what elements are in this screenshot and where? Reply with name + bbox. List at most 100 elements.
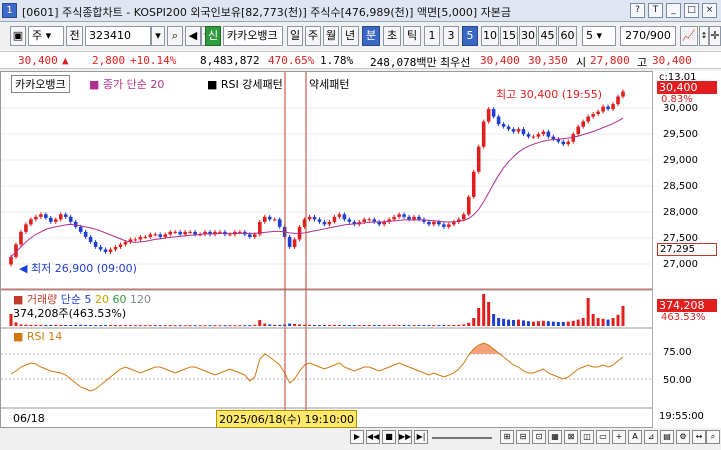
- interval-15[interactable]: 15: [500, 26, 518, 46]
- settings-icon[interactable]: ⚙: [676, 430, 690, 444]
- volume-bar: [621, 306, 625, 326]
- high-label: 고: [637, 56, 648, 69]
- volume-bar: [228, 325, 232, 327]
- axis-tick-28000: 28,000: [663, 207, 698, 218]
- maximize-button[interactable]: □: [684, 3, 699, 18]
- code-dropdown-icon[interactable]: ▾: [151, 26, 165, 46]
- volume-bar: [342, 324, 346, 326]
- period-day[interactable]: 일: [287, 26, 303, 46]
- up-arrow-icon: ▲: [62, 54, 69, 67]
- legend-stock-name[interactable]: 카카오뱅크: [11, 75, 70, 93]
- scroll-last-icon[interactable]: ▶▶: [398, 430, 412, 444]
- grid-icon[interactable]: ▦: [548, 430, 562, 444]
- zoom-in-icon[interactable]: ⊞: [500, 430, 514, 444]
- volume-bar: [29, 324, 33, 326]
- period-year[interactable]: 년: [341, 26, 359, 46]
- scroll-stop-icon[interactable]: ■: [382, 430, 396, 444]
- volume-bar: [248, 325, 252, 327]
- expand-icon[interactable]: ↔: [692, 430, 706, 444]
- minimize-button[interactable]: _: [666, 3, 681, 18]
- candle-body: [277, 219, 282, 227]
- layout-icon[interactable]: ▤: [660, 430, 674, 444]
- crosshair-icon[interactable]: ✛: [709, 26, 721, 46]
- volume-bar: [223, 325, 227, 327]
- panel-icon[interactable]: ▭: [596, 430, 610, 444]
- candle-body: [262, 216, 267, 222]
- axis-tick-29000: 29,000: [663, 155, 698, 166]
- new-badge[interactable]: 신: [205, 26, 221, 46]
- count-select[interactable]: 5 ▾: [582, 26, 616, 46]
- candle-body: [437, 221, 441, 225]
- stock-code-input[interactable]: 323410: [85, 26, 151, 46]
- period-minute[interactable]: 분: [362, 26, 380, 46]
- volume-bar: [487, 302, 491, 326]
- volume-bar: [407, 325, 411, 327]
- volume-bar: [462, 324, 466, 326]
- volume-bar: [526, 321, 530, 326]
- chart-toolbar: ▣ 주 ▾ 전 323410 ▾ ⌕ ◀ ▾ 신 카카오뱅크 일 주 월 년 분…: [0, 26, 721, 48]
- split-icon[interactable]: ◫: [580, 430, 594, 444]
- close-button[interactable]: ×: [702, 3, 717, 18]
- draw-icon[interactable]: ⊿: [644, 430, 658, 444]
- search-chart-icon[interactable]: ⌕: [706, 430, 720, 444]
- volume-bar: [437, 325, 441, 327]
- volume-bar: [288, 323, 292, 326]
- candle-body: [218, 231, 222, 233]
- search-icon[interactable]: ⌕: [167, 26, 183, 46]
- candle-body: [287, 236, 292, 247]
- zoom-slider[interactable]: [432, 437, 492, 439]
- volume-bar: [64, 324, 68, 326]
- interval-60[interactable]: 60: [558, 26, 577, 46]
- font-up-icon[interactable]: +: [612, 430, 626, 444]
- compare-icon[interactable]: ⊠: [564, 430, 578, 444]
- candle-body: [253, 234, 257, 237]
- candle-body: [581, 121, 585, 127]
- prev-button[interactable]: 전: [66, 26, 83, 46]
- period-tick[interactable]: 틱: [403, 26, 421, 46]
- window-badge: 1: [2, 3, 17, 18]
- volume-bar: [218, 325, 222, 327]
- chart-type-icon[interactable]: 📈: [680, 26, 698, 46]
- volume-bar: [173, 325, 177, 327]
- interval-30[interactable]: 30: [519, 26, 537, 46]
- link-icon[interactable]: ▣: [10, 26, 26, 46]
- font-down-icon[interactable]: A: [628, 430, 642, 444]
- interval-1[interactable]: 1: [424, 26, 440, 46]
- open-price: 27,800: [590, 54, 630, 67]
- chart-area[interactable]: 카카오뱅크 ■ 종가 단순 20 ■ RSI 강세패턴 약세패턴 최고 30,4…: [0, 71, 721, 428]
- volume-bar: [143, 325, 147, 327]
- period-month[interactable]: 월: [323, 26, 339, 46]
- volume-bar: [576, 319, 580, 326]
- interval-3[interactable]: 3: [443, 26, 459, 46]
- scroll-end-icon[interactable]: ▶|: [414, 430, 428, 444]
- volume-bar: [24, 324, 28, 326]
- chart-canvas[interactable]: [1, 72, 653, 429]
- volume-bar: [601, 318, 605, 326]
- scroll-first-icon[interactable]: ◀◀: [366, 430, 380, 444]
- zoom-out-icon[interactable]: ⊟: [516, 430, 530, 444]
- volume-bar: [322, 325, 326, 327]
- fit-icon[interactable]: ⊡: [532, 430, 546, 444]
- speaker-icon[interactable]: ◀: [185, 26, 201, 46]
- interval-45[interactable]: 45: [538, 26, 557, 46]
- candle-body: [561, 141, 566, 145]
- sort-icon[interactable]: ↕: [699, 26, 709, 46]
- font-button[interactable]: T: [648, 3, 663, 18]
- candle-body: [148, 234, 153, 237]
- code-type-select[interactable]: 주 ▾: [28, 26, 64, 46]
- interval-10[interactable]: 10: [481, 26, 499, 46]
- interval-5[interactable]: 5: [462, 26, 478, 46]
- turnover-rate: 1.78%: [320, 54, 354, 67]
- candle-body: [541, 131, 546, 135]
- period-second[interactable]: 초: [383, 26, 401, 46]
- range-input[interactable]: 270/900: [620, 26, 676, 46]
- candle-body: [486, 109, 491, 122]
- volume-bar: [238, 325, 242, 327]
- scroll-right-icon[interactable]: ▶: [350, 430, 364, 444]
- legend-ma: ■ 종가 단순 20: [89, 78, 165, 91]
- help-button[interactable]: ?: [630, 3, 645, 18]
- period-week[interactable]: 주: [305, 26, 321, 46]
- volume-bar: [94, 325, 98, 327]
- candle-body: [322, 221, 327, 225]
- volume-bar: [99, 325, 103, 327]
